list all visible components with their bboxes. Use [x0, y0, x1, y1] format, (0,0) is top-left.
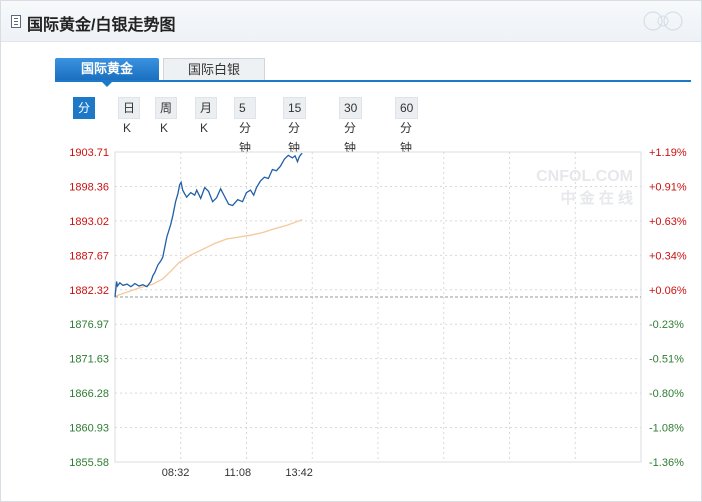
y-tick-label-left: 1898.36	[69, 181, 109, 193]
y-axis-right: +1.19% +0.91% +0.63% +0.34% +0.06% -0.23% -0.5…	[649, 147, 687, 469]
y-tick-label-right: -0.23%	[649, 319, 684, 331]
y-tick-label-left: 1866.28	[69, 388, 109, 400]
x-tick-label: 08:32	[162, 467, 190, 479]
y-tick-label-right: +0.91%	[649, 181, 687, 193]
y-axis-left: 1903.71 1898.36 1893.02 1887.67 1882.32 1876.…	[69, 147, 109, 469]
y-tick-label-left: 1903.71	[69, 147, 109, 159]
y-tick-label-right: -1.36%	[649, 457, 684, 469]
y-tick-label-left: 1855.58	[69, 457, 109, 469]
y-tick-label-left: 1871.63	[69, 354, 109, 366]
y-tick-label-right: +0.34%	[649, 250, 687, 262]
y-tick-label-left: 1882.32	[69, 285, 109, 297]
chart-panel: 国际黄金/白银走势图 国际黄金 国际白银 分时 日K 周K 月K 5分钟 15分…	[0, 0, 702, 502]
watermark-brand: CNFOL.COM	[536, 168, 633, 185]
x-axis: 08:32 11:08 13:42	[162, 467, 313, 479]
y-tick-label-right: +0.63%	[649, 216, 687, 228]
y-tick-label-left: 1893.02	[69, 216, 109, 228]
y-tick-label-right: -1.08%	[649, 423, 684, 435]
y-tick-label-right: -0.51%	[649, 354, 684, 366]
price-chart: 1903.71 1898.36 1893.02 1887.67 1882.32 1876.…	[69, 147, 687, 479]
y-tick-label-left: 1860.93	[69, 423, 109, 435]
y-tick-label-right: +0.06%	[649, 285, 687, 297]
y-tick-label-left: 1876.97	[69, 319, 109, 331]
y-tick-label-left: 1887.67	[69, 250, 109, 262]
watermark-cn: 中 金 在 线	[560, 189, 633, 207]
x-tick-label: 11:08	[224, 467, 251, 479]
y-tick-label-right: +1.19%	[649, 147, 687, 159]
y-tick-label-right: -0.80%	[649, 388, 684, 400]
x-tick-label: 13:42	[285, 467, 313, 479]
